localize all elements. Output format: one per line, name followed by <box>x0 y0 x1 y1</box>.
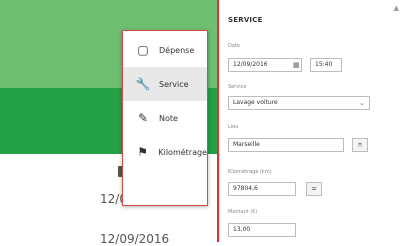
menu-item-depense[interactable]: ▢ Dépense <box>123 33 207 67</box>
flag-icon: ⚑ <box>137 145 149 159</box>
lieu-value: Marseille <box>233 141 260 148</box>
montant-field[interactable]: 13,00 <box>228 223 296 237</box>
time-field[interactable]: 15:40 <box>310 58 342 72</box>
date-field[interactable]: 12/09/2016 ▦ <box>228 58 302 72</box>
menu-item-note[interactable]: ✎ Note <box>123 101 207 135</box>
service-form-pane: SERVICE ▲ Date 12/09/2016 ▦ 15:40 Servic… <box>219 0 401 242</box>
km-field[interactable]: 97804,6 <box>228 182 296 196</box>
service-value: Lavage voiture <box>233 99 278 106</box>
wrench-icon: 🔧 <box>135 77 151 91</box>
lieu-label: Lieu <box>228 124 239 130</box>
service-select[interactable]: Lavage voiture ⌄ <box>228 96 370 110</box>
menu-item-service[interactable]: 🔧 Service <box>123 67 207 101</box>
add-entry-menu: ▢ Dépense 🔧 Service ✎ Note ⚑ Kilométrage <box>122 30 208 206</box>
lieu-field[interactable]: Marseille <box>228 138 344 152</box>
montant-label: Montant (€) <box>228 209 258 215</box>
location-pin-icon: ⌾ <box>357 141 363 149</box>
date-label: Date <box>228 43 240 49</box>
locate-button[interactable]: ⌾ <box>352 138 368 152</box>
list-item-date[interactable]: 12/09/2016 <box>100 232 169 246</box>
date-value: 12/09/2016 <box>233 61 268 68</box>
pencil-icon: ✎ <box>137 111 149 125</box>
menu-item-kilometrage[interactable]: ⚑ Kilométrage <box>123 135 207 169</box>
montant-value: 13,00 <box>233 226 251 233</box>
menu-item-label: Service <box>159 79 189 89</box>
km-label: Kilométrage (km) <box>228 169 272 175</box>
time-value: 15:40 <box>315 61 333 68</box>
service-label: Service <box>228 84 247 90</box>
menu-item-label: Kilométrage <box>158 147 207 157</box>
receipt-icon: ▢ <box>137 43 149 57</box>
scroll-up-icon[interactable]: ▲ <box>394 4 399 12</box>
app-window: + ▽ 12/09/2016 12/09/2016 ▢ Dépense 🔧 Se… <box>0 0 401 246</box>
chevron-down-icon: ⌄ <box>359 99 365 107</box>
km-value: 97804,6 <box>233 185 258 192</box>
menu-item-label: Dépense <box>159 45 195 55</box>
calendar-icon[interactable]: ▦ <box>293 59 300 71</box>
menu-item-label: Note <box>159 113 178 123</box>
equals-icon: = <box>311 185 317 193</box>
km-calc-button[interactable]: = <box>306 182 322 196</box>
page-title: SERVICE <box>228 16 263 24</box>
